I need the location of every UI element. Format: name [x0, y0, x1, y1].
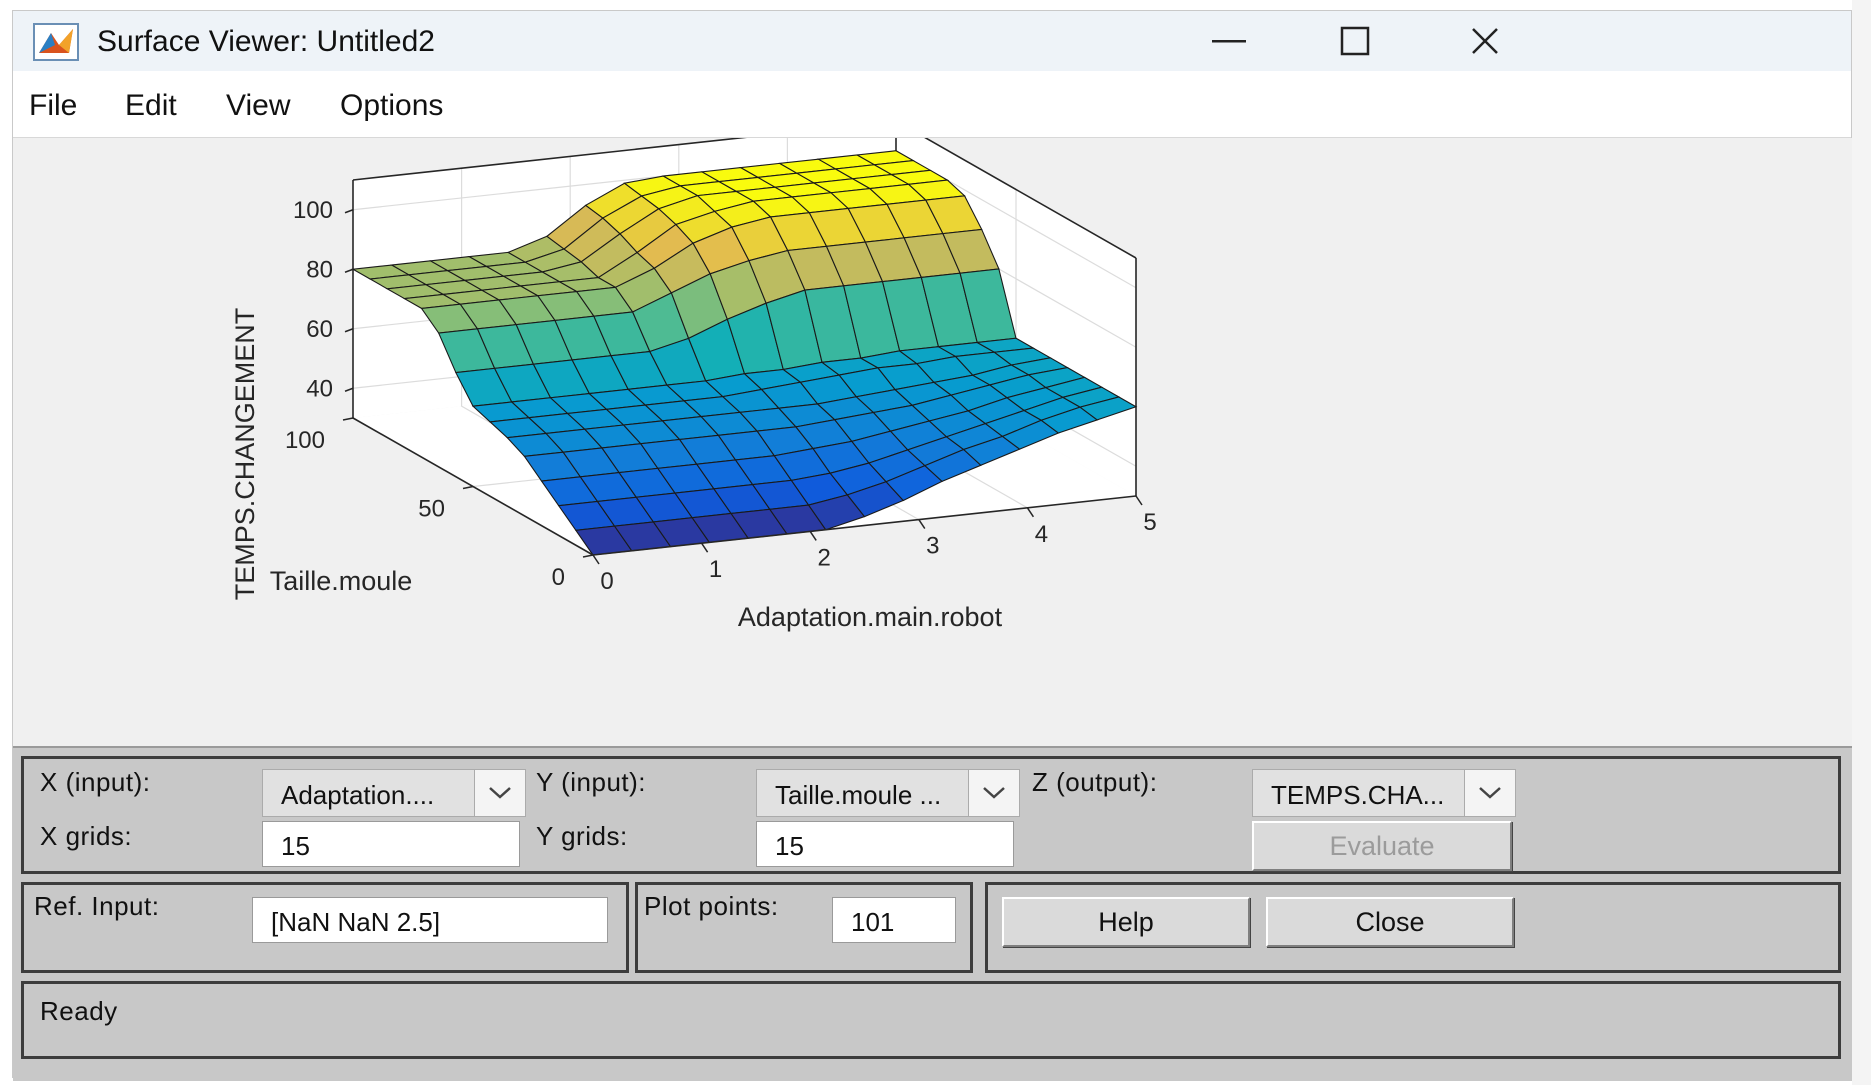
plot-points-panel: Plot points: 101	[635, 882, 973, 973]
z-tick	[344, 268, 354, 273]
close-button[interactable]: Close	[1266, 897, 1514, 947]
z-tick-label: 60	[306, 316, 333, 343]
chevron-down-icon	[968, 770, 1019, 816]
minimize-icon	[1212, 40, 1246, 43]
x-tick-label: 2	[818, 544, 831, 571]
z-axis-label: TEMPS.CHANGEMENT	[230, 308, 260, 601]
menu-edit[interactable]: Edit	[125, 89, 177, 123]
y-tick	[342, 417, 354, 421]
z-tick	[344, 209, 354, 214]
x-grids-label: X grids:	[40, 821, 133, 851]
close-icon	[1472, 28, 1498, 54]
y-tick-label: 100	[285, 427, 325, 454]
action-buttons-panel: Help Close	[985, 882, 1841, 973]
menu-bar: File Edit View Options	[13, 71, 1851, 138]
minimize-button[interactable]	[1189, 17, 1269, 65]
matlab-logo-icon	[33, 23, 79, 61]
chevron-down-icon	[474, 770, 525, 816]
evaluate-button[interactable]: Evaluate	[1252, 821, 1512, 871]
z-output-label: Z (output):	[1032, 767, 1158, 797]
x-tick	[700, 542, 709, 553]
y-tick-label: 50	[418, 496, 445, 523]
menu-file[interactable]: File	[29, 89, 77, 123]
z-output-value: TEMPS.CHA...	[1271, 780, 1445, 810]
x-tick	[809, 530, 817, 541]
status-panel: Ready	[21, 981, 1841, 1059]
x-input-dropdown[interactable]: Adaptation....	[262, 769, 526, 817]
ref-input-label: Ref. Input:	[34, 891, 160, 921]
status-text: Ready	[40, 996, 118, 1026]
surface-plot[interactable]: 100 80 60 40 100 50 0 0 1 2 3 4 5 TEMPS.CHANGEMENT T…	[13, 138, 1853, 746]
close-window-button[interactable]	[1445, 17, 1525, 65]
y-grids-input[interactable]: 15	[756, 821, 1014, 867]
x-tick	[1026, 507, 1035, 518]
z-tick-label: 80	[306, 256, 333, 283]
y-tick	[582, 554, 594, 558]
y-input-dropdown[interactable]: Taille.moule ...	[756, 769, 1020, 817]
y-grids-label: Y grids:	[536, 821, 628, 851]
x-tick-label: 3	[926, 533, 939, 560]
x-grids-input[interactable]: 15	[262, 821, 520, 867]
title-bar: Surface Viewer: Untitled2	[13, 11, 1851, 71]
x-axis-label: Adaptation.main.robot	[738, 602, 1003, 632]
y-input-value: Taille.moule ...	[775, 780, 942, 810]
z-tick-label: 40	[306, 375, 333, 402]
menu-options[interactable]: Options	[340, 89, 443, 123]
z-tick	[344, 328, 354, 333]
help-button[interactable]: Help	[1002, 897, 1250, 947]
x-input-value: Adaptation....	[281, 780, 435, 810]
y-tick	[462, 485, 474, 490]
window-title: Surface Viewer: Untitled2	[97, 25, 435, 58]
x-tick-label: 4	[1035, 521, 1048, 548]
background-window-edge	[1852, 0, 1871, 1085]
x-input-label: X (input):	[40, 767, 151, 797]
ref-input-panel: Ref. Input: [NaN NaN 2.5]	[21, 882, 629, 973]
ref-input-field[interactable]: [NaN NaN 2.5]	[252, 897, 608, 943]
x-tick	[918, 519, 926, 530]
input-output-panel: X (input): Adaptation.... Y (input): Tai…	[21, 756, 1841, 874]
surface-viewer-window: Surface Viewer: Untitled2 File Edit View…	[12, 10, 1853, 1081]
menu-view[interactable]: View	[226, 89, 290, 123]
y-axis-label: Taille.moule	[270, 566, 413, 596]
plot-points-label: Plot points:	[644, 891, 779, 921]
x-tick	[1135, 495, 1143, 506]
z-tick-label: 100	[293, 197, 333, 224]
x-tick-label: 0	[600, 568, 613, 595]
z-tick	[344, 387, 354, 392]
plot-points-input[interactable]: 101	[832, 897, 956, 943]
maximize-button[interactable]	[1315, 17, 1395, 65]
y-tick-label: 0	[552, 564, 565, 591]
surface-plot-area[interactable]: 100 80 60 40 100 50 0 0 1 2 3 4 5 TEMPS.CHANGEMENT T…	[13, 138, 1853, 746]
x-tick-label: 1	[709, 556, 722, 583]
y-input-label: Y (input):	[536, 767, 647, 797]
x-tick	[592, 554, 600, 565]
maximize-icon	[1340, 26, 1370, 56]
z-output-dropdown[interactable]: TEMPS.CHA...	[1252, 769, 1516, 817]
x-tick-label: 5	[1143, 509, 1156, 536]
chevron-down-icon	[1464, 770, 1515, 816]
